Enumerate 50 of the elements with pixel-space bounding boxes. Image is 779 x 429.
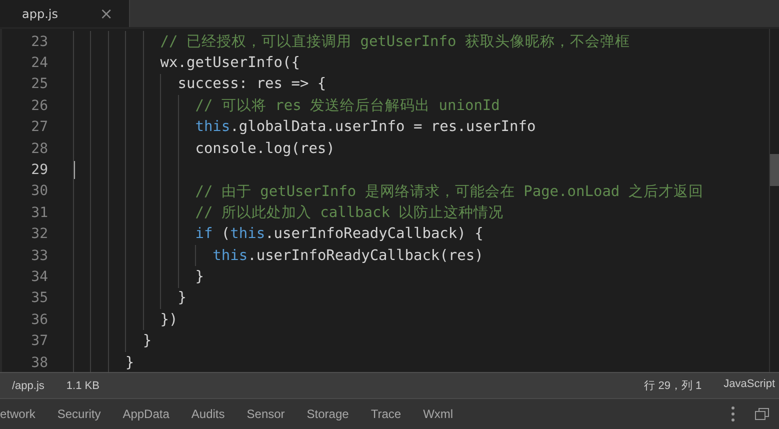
panel-tab[interactable]: Wxml bbox=[423, 407, 454, 421]
code-line: this.userInfoReadyCallback(res) bbox=[212, 248, 484, 264]
line-number: 27 bbox=[30, 119, 49, 136]
line-number: 35 bbox=[30, 290, 49, 306]
code-line: // 可以将 res 发送给后台解码出 unionId bbox=[194, 97, 500, 116]
panel-tab[interactable]: etwork bbox=[0, 407, 36, 421]
line-number: 37 bbox=[30, 333, 49, 350]
line-number: 26 bbox=[30, 98, 49, 114]
scrollbar-thumb[interactable] bbox=[770, 154, 779, 186]
line-number: 31 bbox=[30, 204, 49, 221]
line-number: 38 bbox=[30, 354, 49, 371]
window-icon[interactable] bbox=[755, 408, 769, 420]
file-tab[interactable]: app.js × bbox=[0, 0, 130, 27]
code-line: wx.getUserInfo({ bbox=[159, 55, 300, 72]
line-number: 24 bbox=[30, 55, 49, 72]
file-size: 1.1 KB bbox=[66, 380, 100, 392]
line-number: 33 bbox=[30, 248, 49, 264]
line-number: 23 bbox=[30, 34, 49, 50]
code-line: } bbox=[124, 354, 134, 371]
panel-tab[interactable]: AppData bbox=[122, 407, 170, 421]
scrollbar[interactable] bbox=[769, 29, 779, 372]
panel-tab[interactable]: Trace bbox=[370, 407, 402, 421]
panel-tab[interactable]: Sensor bbox=[246, 407, 285, 421]
code-line: this.globalData.userInfo = res.userInfo bbox=[194, 119, 536, 136]
line-number: 34 bbox=[30, 268, 49, 285]
panel-tab[interactable]: Storage bbox=[306, 407, 349, 421]
line-number: 30 bbox=[30, 183, 49, 200]
line-number: 25 bbox=[30, 76, 49, 92]
panel-tab[interactable]: Security bbox=[57, 407, 101, 421]
code-line: } bbox=[176, 290, 186, 306]
cursor-position: 行 29，列 1 bbox=[644, 379, 702, 393]
file-path: /app.js bbox=[12, 380, 44, 392]
code-line: } bbox=[142, 333, 152, 350]
line-number: 28 bbox=[30, 140, 49, 157]
code-line: // 由于 getUserInfo 是网络请求，可能会在 Page.onLoad 之后才返回 bbox=[194, 182, 704, 201]
code-line: } bbox=[194, 268, 204, 285]
panel-tab[interactable]: Audits bbox=[191, 407, 225, 421]
tab-label: app.js bbox=[22, 6, 58, 20]
code-line: success: res => { bbox=[176, 76, 326, 92]
code-line: if (this.userInfoReadyCallback) { bbox=[194, 226, 484, 242]
line-number: 29 bbox=[30, 162, 49, 178]
code-line: }) bbox=[159, 312, 178, 328]
language-mode[interactable]: JavaScript bbox=[724, 378, 775, 393]
close-icon[interactable]: × bbox=[100, 4, 113, 23]
more-icon[interactable] bbox=[731, 406, 735, 422]
code-line: console.log(res) bbox=[194, 140, 335, 157]
code-line: // 所以此处加入 callback 以防止这种情况 bbox=[194, 204, 504, 222]
line-number: 36 bbox=[30, 312, 49, 328]
code-line: // 已经授权，可以直接调用 getUserInfo 获取头像昵称，不会弹框 bbox=[159, 33, 630, 52]
line-number: 32 bbox=[30, 226, 49, 242]
